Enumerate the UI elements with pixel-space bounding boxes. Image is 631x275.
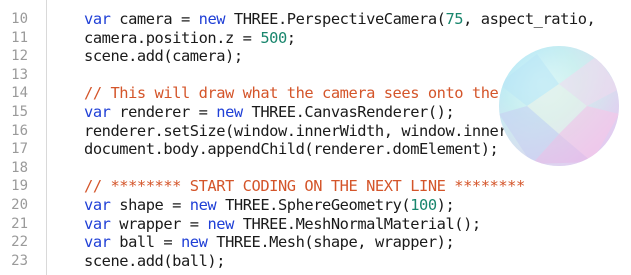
code-token: 75 (445, 10, 464, 28)
code-token: new (207, 214, 234, 233)
code-line[interactable]: 21 var wrapper = new THREE.MeshNormalMate… (0, 215, 631, 233)
line-number: 22 (11, 234, 28, 251)
code-text: scene.add(camera); (84, 47, 243, 65)
line-number: 18 (11, 159, 28, 176)
code-text: var ball = new THREE.Mesh(shape, wrapper… (84, 233, 455, 252)
code-token: var (84, 10, 111, 28)
line-number: 19 (11, 178, 28, 195)
code-token: renderer = (110, 103, 217, 121)
code-token: 100 (410, 196, 437, 214)
code-token: new (180, 233, 208, 252)
code-token: ball = (110, 233, 181, 252)
code-text: camera.position.z = 500; (84, 29, 296, 47)
code-token: var (84, 233, 111, 252)
code-line[interactable]: 23 scene.add(ball); (0, 252, 631, 270)
code-token: scene.add(camera); (84, 47, 243, 66)
line-number: 15 (11, 104, 28, 120)
code-token: camera.position.z = (84, 28, 261, 47)
line-number: 14 (11, 85, 28, 102)
code-editor[interactable]: 10 var camera = new THREE.PerspectiveCame… (0, 0, 631, 275)
code-text: var renderer = new THREE.CanvasRenderer(… (84, 103, 455, 121)
code-token: new (216, 103, 243, 121)
code-token: THREE.PerspectiveCamera( (225, 10, 446, 28)
code-token: THREE.Mesh(shape, wrapper); (207, 233, 455, 252)
code-token: , aspect_ratio, (463, 10, 596, 28)
line-number: 16 (11, 122, 28, 139)
code-text: // ******** START CODING ON THE NEXT LIN… (84, 177, 525, 195)
code-token: var (84, 214, 111, 233)
code-token: ); (436, 196, 455, 214)
line-number: 23 (11, 252, 28, 269)
code-token: var (84, 103, 111, 121)
code-text: var wrapper = new THREE.MeshNormalMateri… (84, 215, 481, 233)
code-token: 500 (260, 28, 287, 47)
code-token: new (198, 10, 226, 28)
code-token: ; (286, 28, 296, 47)
line-number: 20 (11, 197, 28, 213)
code-token: shape = (110, 196, 190, 214)
code-token: scene.add(ball); (84, 251, 226, 270)
line-number: 13 (11, 66, 28, 83)
code-token: document.body.appendChild(renderer.domEl… (84, 140, 499, 159)
code-text: document.body.appendChild(renderer.domEl… (84, 140, 499, 159)
line-number: 17 (11, 141, 28, 158)
code-token: new (189, 196, 217, 214)
code-line[interactable]: 20 var shape = new THREE.SphereGeometry(1… (0, 196, 631, 214)
code-line[interactable]: 22 var ball = new THREE.Mesh(shape, wrapp… (0, 233, 631, 251)
code-text: var shape = new THREE.SphereGeometry(100… (84, 196, 455, 214)
line-number: 21 (11, 215, 28, 232)
code-line[interactable]: 19 // ******** START CODING ON THE NEXT L… (0, 177, 631, 195)
line-number: 10 (11, 11, 28, 27)
code-line[interactable]: 10 var camera = new THREE.PerspectiveCame… (0, 10, 631, 28)
code-token: THREE.CanvasRenderer(); (242, 103, 455, 121)
code-token: THREE.MeshNormalMaterial(); (233, 214, 481, 233)
code-token: camera = (110, 10, 199, 28)
rendered-sphere-preview (499, 46, 619, 166)
code-token: THREE.SphereGeometry( (216, 196, 411, 214)
code-text: scene.add(ball); (84, 251, 226, 270)
code-text: var camera = new THREE.PerspectiveCamera… (84, 10, 596, 28)
line-number: 12 (11, 48, 28, 65)
code-token: var (84, 196, 111, 214)
code-token: // ******** START CODING ON THE NEXT LIN… (84, 177, 525, 196)
line-number: 11 (11, 29, 28, 46)
code-token: wrapper = (110, 214, 208, 233)
